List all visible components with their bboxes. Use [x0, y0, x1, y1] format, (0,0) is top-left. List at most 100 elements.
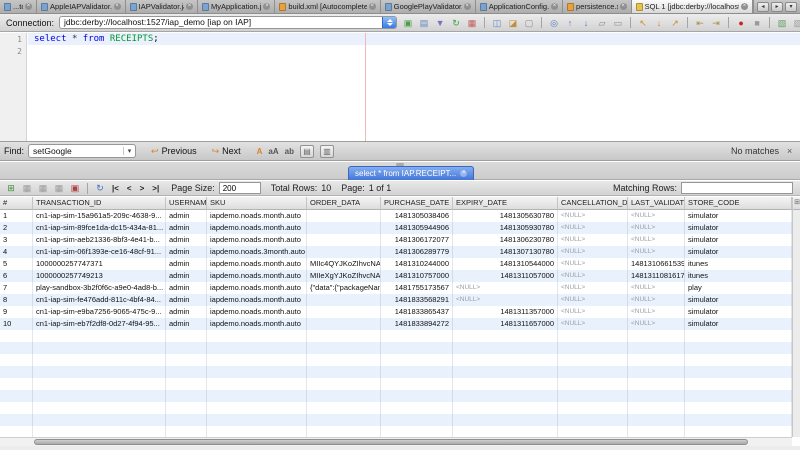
- table-cell[interactable]: simulator: [685, 222, 792, 234]
- table-cell[interactable]: <NULL>: [628, 294, 685, 306]
- editor-tab[interactable]: ApplicationConfig.java×: [476, 0, 563, 13]
- table-cell[interactable]: 1481305944906: [381, 222, 453, 234]
- previous-page-button[interactable]: <: [125, 184, 134, 193]
- table-cell[interactable]: admin: [166, 282, 207, 294]
- table-cell[interactable]: 1000000257749213: [33, 270, 166, 282]
- table-cell[interactable]: iapdemo.noads.month.auto: [207, 210, 307, 222]
- table-cell[interactable]: 7: [0, 282, 33, 294]
- table-cell[interactable]: 1481833894272: [381, 318, 453, 330]
- table-cell[interactable]: MIIeXgYJKoZIhvcNAQc...: [307, 270, 381, 282]
- open-file-icon[interactable]: ▤: [418, 17, 430, 29]
- column-header-username[interactable]: USERNAME: [166, 197, 207, 210]
- connection-combo[interactable]: jdbc:derby://localhost:1527/iap_demo [ia…: [59, 16, 397, 29]
- table-cell[interactable]: admin: [166, 306, 207, 318]
- search-type-toggle-button[interactable]: ▥: [320, 145, 334, 158]
- table-cell[interactable]: admin: [166, 270, 207, 282]
- table-cell[interactable]: iapdemo.noads.month.auto: [207, 222, 307, 234]
- table-cell[interactable]: [307, 318, 381, 330]
- table-cell[interactable]: iapdemo.noads.month.auto: [207, 234, 307, 246]
- column-header-order-data[interactable]: ORDER_DATA: [307, 197, 381, 210]
- table-cell[interactable]: admin: [166, 222, 207, 234]
- table-cell[interactable]: iapdemo.noads.3month.auto: [207, 246, 307, 258]
- table-cell[interactable]: <NULL>: [558, 222, 628, 234]
- table-cell[interactable]: admin: [166, 258, 207, 270]
- table-cell[interactable]: 10: [0, 318, 33, 330]
- table-cell[interactable]: iapdemo.noads.month.auto: [207, 306, 307, 318]
- page-size-input[interactable]: [219, 182, 261, 194]
- column-header-purchase-date[interactable]: PURCHASE_DATE: [381, 197, 453, 210]
- sql-history-icon[interactable]: ▼: [434, 17, 446, 29]
- tab-close-icon[interactable]: ×: [186, 3, 193, 10]
- results-tab[interactable]: select * from IAP.RECEIPT... ×: [348, 166, 474, 180]
- find-previous-icon[interactable]: ↑: [564, 17, 576, 29]
- scrollbar-thumb[interactable]: [34, 439, 748, 445]
- table-cell[interactable]: <NULL>: [558, 318, 628, 330]
- editor-tab[interactable]: IAPValidator.java×: [126, 0, 198, 13]
- table-cell[interactable]: {"data":{"packageNam...: [307, 282, 381, 294]
- table-cell[interactable]: <NULL>: [558, 270, 628, 282]
- next-page-button[interactable]: >: [138, 184, 147, 193]
- insert-record-icon[interactable]: ⊞: [5, 182, 17, 194]
- horizontal-scrollbar[interactable]: [0, 437, 792, 446]
- back-icon[interactable]: ↖: [637, 17, 649, 29]
- run-sql-icon[interactable]: ◫: [491, 17, 503, 29]
- table-cell[interactable]: [307, 306, 381, 318]
- table-row[interactable]: 10cn1-iap-sim-eb7f2df8-0d27-4f94-95...ad…: [0, 318, 792, 330]
- table-cell[interactable]: <NULL>: [628, 318, 685, 330]
- table-row[interactable]: 9cn1-iap-sim-e9ba7256-9065-475c-9...admi…: [0, 306, 792, 318]
- table-cell[interactable]: 1481310544000: [453, 258, 558, 270]
- vertical-scrollbar[interactable]: ⊞: [792, 197, 800, 437]
- table-row[interactable]: 3cn1-iap-sim-aeb21336-8bf3-4e41-b...admi…: [0, 234, 792, 246]
- table-row[interactable]: 2cn1-iap-sim-89fce1da-dc15-434a-81...adm…: [0, 222, 792, 234]
- tab-close-icon[interactable]: ×: [551, 3, 558, 10]
- commit-changes-icon[interactable]: ▦: [37, 182, 49, 194]
- delete-record-icon[interactable]: ▦: [21, 182, 33, 194]
- table-cell[interactable]: iapdemo.noads.month.auto: [207, 318, 307, 330]
- last-edit-icon[interactable]: ↗: [669, 17, 681, 29]
- find-next-button[interactable]: ↪ Next: [212, 146, 241, 157]
- column-header-last-validated[interactable]: LAST_VALIDATED: [628, 197, 685, 210]
- table-cell[interactable]: [307, 234, 381, 246]
- table-cell[interactable]: 1481833568291: [381, 294, 453, 306]
- table-cell[interactable]: cn1-iap-sim-06f1393e-ce16-48cf-91...: [33, 246, 166, 258]
- table-row[interactable]: 8cn1-iap-sim-fe476add-811c-4bf4-84...adm…: [0, 294, 792, 306]
- editor-tab[interactable]: AppleIAPValidator.java×: [37, 0, 126, 13]
- table-cell[interactable]: <NULL>: [628, 210, 685, 222]
- table-cell[interactable]: <NULL>: [628, 306, 685, 318]
- tab-list-button[interactable]: ▾: [785, 2, 797, 12]
- table-cell[interactable]: 1481305038406: [381, 210, 453, 222]
- highlight-results-icon[interactable]: A: [257, 147, 263, 156]
- table-cell[interactable]: iapdemo.noads.month.auto: [207, 258, 307, 270]
- table-cell[interactable]: <NULL>: [558, 294, 628, 306]
- jump-down-icon[interactable]: ↓: [653, 17, 665, 29]
- table-cell[interactable]: simulator: [685, 294, 792, 306]
- chevron-down-icon[interactable]: ▾: [123, 147, 135, 155]
- column-header-transaction-id[interactable]: TRANSACTION_ID: [33, 197, 166, 210]
- truncate-table-icon[interactable]: ▣: [69, 182, 81, 194]
- new-file-icon[interactable]: ▣: [402, 17, 414, 29]
- table-cell[interactable]: 1481310244000: [381, 258, 453, 270]
- table-cell[interactable]: <NULL>: [558, 210, 628, 222]
- table-cell[interactable]: <NULL>: [558, 258, 628, 270]
- table-cell[interactable]: admin: [166, 210, 207, 222]
- editor-tab[interactable]: build.xml [AutocompleteTest]×: [275, 0, 380, 13]
- table-row[interactable]: 61000000257749213adminiapdemo.noads.mont…: [0, 270, 792, 282]
- select-all-icon[interactable]: ▱: [596, 17, 608, 29]
- table-cell[interactable]: 1481311357000: [453, 306, 558, 318]
- table-cell[interactable]: 2: [0, 222, 33, 234]
- table-cell[interactable]: cn1-iap-sim-15a961a5-209c-4638-9...: [33, 210, 166, 222]
- snippets-icon[interactable]: ▢: [523, 17, 535, 29]
- table-cell[interactable]: 1481306289779: [381, 246, 453, 258]
- column-header-row-number[interactable]: #: [0, 197, 33, 210]
- table-cell[interactable]: itunes: [685, 258, 792, 270]
- tab-close-icon[interactable]: ×: [620, 3, 627, 10]
- run-statement-icon[interactable]: ◪: [507, 17, 519, 29]
- table-cell[interactable]: <NULL>: [628, 282, 685, 294]
- table-cell[interactable]: 5: [0, 258, 33, 270]
- table-cell[interactable]: 1: [0, 210, 33, 222]
- table-cell[interactable]: iapdemo.noads.month.auto: [207, 282, 307, 294]
- table-cell[interactable]: admin: [166, 318, 207, 330]
- comment-icon[interactable]: ▧: [776, 17, 788, 29]
- last-page-button[interactable]: >|: [150, 184, 161, 193]
- record-macro-icon[interactable]: ●: [735, 17, 747, 29]
